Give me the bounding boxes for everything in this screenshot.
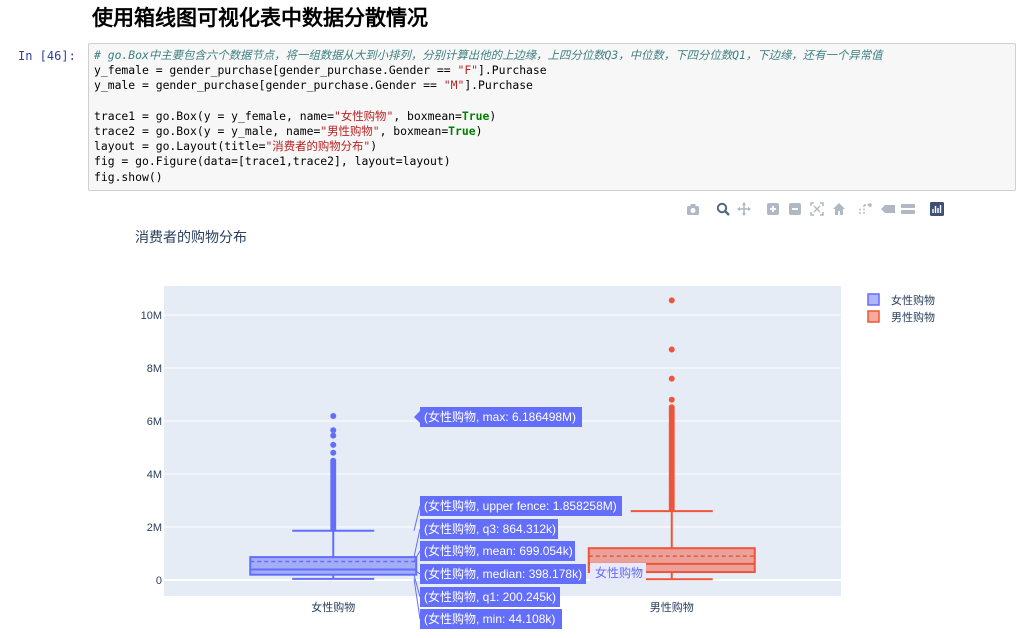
hover-x-label: 女性购物 — [590, 563, 646, 583]
y-tick-label: 8M — [147, 363, 162, 375]
code-line: fig.show() — [94, 170, 1010, 185]
outlier-point[interactable] — [330, 457, 337, 464]
outlier-point[interactable] — [668, 375, 675, 382]
outlier-point[interactable] — [330, 413, 337, 420]
code-line: layout = go.Layout(title="消费者的购物分布") — [94, 139, 1010, 154]
code-line: trace2 = go.Box(y = y_male, name="男性购物",… — [94, 124, 1010, 139]
plotly-logo-icon[interactable] — [930, 201, 944, 216]
cell-prompt: In [46]: — [18, 49, 76, 63]
code-token: y_male = gender_purchase[gender_purchase… — [94, 78, 444, 93]
plot-container[interactable]: 消费者的购物分布 0 2M 4M 6M 8M 10M 女性购物 男性购物 女性购物 男性购物 (女性购… — [0, 222, 1030, 634]
code-token: ].Purchase — [464, 78, 533, 93]
hover-closest-icon[interactable] — [881, 201, 895, 215]
code-token: ) — [475, 123, 483, 138]
x-tick-label: 女性购物 — [311, 600, 355, 614]
box-iqr[interactable] — [249, 556, 418, 576]
code-token: y_female = gender_purchase[gender_purcha… — [94, 63, 458, 78]
code-token: "M" — [443, 78, 465, 93]
zoom-in-icon[interactable] — [766, 201, 780, 215]
hover-compare-icon[interactable] — [901, 201, 915, 215]
code-token: # go.Box中主要包含六个数据节点，将一组数据从大到小排列，分别计算出他的上… — [94, 48, 883, 62]
y-tick-label: 6M — [147, 416, 162, 428]
hover-label-text: (女性购物, max: 6.186498M) — [424, 409, 576, 424]
code-token: ) — [370, 139, 378, 154]
code-token: fig.show() — [94, 169, 163, 184]
chart-title: 消费者的购物分布 — [135, 229, 247, 245]
y-tick-label: 4M — [147, 469, 162, 481]
y-tick-label: 0 — [156, 575, 162, 587]
y-tick-label: 2M — [147, 522, 162, 534]
code-token: trace1 = go.Box(y = y_female, name= — [94, 108, 335, 123]
code-token: True — [448, 123, 476, 138]
code-cell[interactable]: # go.Box中主要包含六个数据节点，将一组数据从大到小排列，分别计算出他的上… — [88, 43, 1016, 191]
camera-icon[interactable] — [686, 201, 700, 215]
code-token: True — [461, 108, 490, 123]
legend-label: 女性购物 — [891, 293, 935, 307]
hover-label-text: (女性购物, min: 44.108k) — [424, 611, 555, 626]
outlier-point[interactable] — [668, 346, 675, 353]
hover-label-text: (女性购物, upper fence: 1.858258M) — [424, 498, 617, 513]
page-title: 使用箱线图可视化表中数据分散情况 — [92, 6, 428, 30]
code-token: layout = go.Layout(title= — [94, 139, 266, 154]
code-token: , boxmean= — [379, 123, 449, 138]
legend-swatch[interactable] — [867, 293, 880, 306]
outlier-point[interactable] — [330, 449, 337, 456]
outlier-point[interactable] — [330, 432, 337, 439]
outlier-point[interactable] — [330, 441, 337, 448]
code-token: ) — [489, 108, 497, 123]
hover-label-text: (女性购物, q1: 200.245k) — [424, 589, 556, 604]
code-token: trace2 = go.Box(y = y_male, name= — [94, 123, 321, 138]
code-token: ].Purchase — [478, 63, 547, 78]
outlier-point[interactable] — [330, 427, 337, 434]
code-token: "F" — [457, 63, 479, 78]
legend-label: 男性购物 — [891, 310, 935, 324]
code-token: "消费者的购物分布" — [265, 139, 371, 154]
code-line: trace1 = go.Box(y = y_female, name="女性购物… — [94, 109, 1010, 124]
outlier-point[interactable] — [668, 396, 675, 403]
box-chart[interactable]: 消费者的购物分布02M4M6M8M10M女性购物 男性购物女性购物男性购物(女性购… — [0, 222, 1030, 634]
spike-lines-icon[interactable] — [858, 201, 872, 215]
y-tick-label: 10M — [141, 310, 162, 322]
code-token: , boxmean= — [393, 108, 462, 123]
code-token: fig = go.Figure(data=[trace1,trace2], la… — [94, 154, 451, 169]
hover-label-text: (女性购物, q3: 864.312k) — [424, 521, 556, 536]
code-token: "男性购物" — [320, 123, 380, 138]
x-tick-label: 男性购物 — [650, 600, 694, 614]
hover-x-label-text: 女性购物 — [595, 565, 643, 580]
autoscale-icon[interactable] — [810, 201, 824, 216]
hover-label-text: (女性购物, mean: 699.054k) — [424, 543, 573, 558]
zoom-icon[interactable] — [716, 201, 730, 216]
code-line: y_male = gender_purchase[gender_purchase… — [94, 78, 1010, 93]
hover-label-text: (女性购物, median: 398.178k) — [424, 566, 582, 581]
zoom-out-icon[interactable] — [788, 201, 802, 215]
code-line: fig = go.Figure(data=[trace1,trace2], la… — [94, 154, 1010, 169]
pan-icon[interactable] — [737, 201, 751, 216]
reset-axes-icon[interactable] — [832, 201, 846, 215]
legend-swatch[interactable] — [867, 310, 880, 323]
code-line: y_female = gender_purchase[gender_purcha… — [94, 63, 1010, 78]
outlier-point[interactable] — [668, 297, 675, 304]
code-token: "女性购物" — [334, 108, 394, 123]
code-line: # go.Box中主要包含六个数据节点，将一组数据从大到小排列，分别计算出他的上… — [94, 48, 1010, 63]
outlier-point[interactable] — [668, 404, 675, 411]
